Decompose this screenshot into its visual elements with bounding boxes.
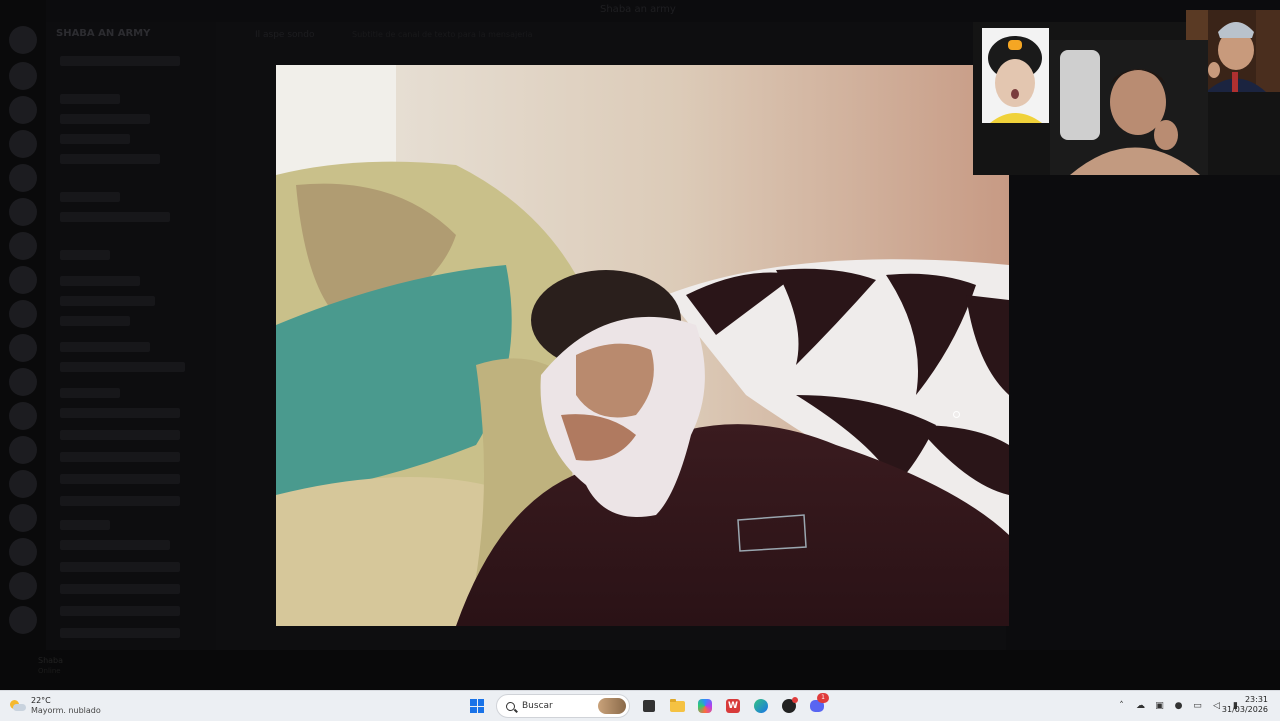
server-icon[interactable]: [9, 198, 37, 226]
folder-icon: [669, 698, 685, 712]
search-placeholder: Buscar: [522, 701, 553, 711]
clock-time: 23:31: [1244, 695, 1268, 704]
task-view-icon: [643, 700, 655, 712]
discord-taskbar-button[interactable]: 1: [806, 693, 829, 717]
channel-item[interactable]: [60, 362, 185, 372]
mouse-cursor: [953, 411, 960, 418]
server-rail: [0, 0, 46, 690]
clock[interactable]: 23:31 31/03/2026: [1222, 695, 1268, 715]
channel-item[interactable]: [60, 154, 160, 164]
onedrive-icon[interactable]: ☁: [1134, 695, 1147, 717]
network-icon[interactable]: ▭: [1191, 695, 1204, 717]
weather-temperature: 22°C: [31, 696, 51, 705]
window-title: Shaba an army: [600, 4, 676, 15]
partly-cloudy-icon: [10, 700, 26, 712]
search-highlight-image: [598, 698, 626, 714]
server-icon[interactable]: [9, 96, 37, 124]
channel-item[interactable]: [60, 430, 180, 440]
copilot-button[interactable]: [694, 695, 716, 717]
office-icon: W: [726, 699, 740, 713]
server-icon[interactable]: [9, 26, 37, 54]
webcam-small: [982, 28, 1049, 123]
notification-badge: 1: [817, 693, 829, 703]
channel-item[interactable]: [60, 56, 180, 66]
taskbar: 22°C Mayorm. nublado Buscar W 1 ˄ ☁ ▣ ● …: [0, 690, 1280, 721]
channel-item[interactable]: [60, 540, 170, 550]
windows-logo-icon: [470, 699, 484, 713]
stream-video[interactable]: [276, 65, 1009, 626]
search-icon: [506, 701, 515, 711]
channel-item[interactable]: [60, 496, 180, 506]
channel-item[interactable]: [60, 584, 180, 594]
stream-frame-image: [276, 65, 1009, 626]
channel-item[interactable]: [60, 134, 130, 144]
channel-description: Subtitle de canal de texto para la mensa…: [352, 30, 533, 39]
media-app-button[interactable]: [778, 695, 800, 717]
user-panel: [0, 650, 1280, 690]
task-view-button[interactable]: [638, 695, 660, 717]
channel-item[interactable]: [60, 250, 110, 260]
server-icon[interactable]: [9, 470, 37, 498]
webcam-small-image: [982, 28, 1049, 123]
webcam-main-image: [1050, 40, 1208, 175]
office-button[interactable]: W: [722, 695, 744, 717]
channel-item[interactable]: [60, 628, 180, 638]
channel-item[interactable]: [60, 342, 150, 352]
server-icon[interactable]: [9, 334, 37, 362]
server-icon[interactable]: [9, 436, 37, 464]
server-icon[interactable]: [9, 606, 37, 634]
server-icon[interactable]: [9, 300, 37, 328]
channel-item[interactable]: [60, 276, 140, 286]
chevron-up-icon[interactable]: ˄: [1115, 695, 1128, 717]
weather-widget[interactable]: 22°C Mayorm. nublado: [10, 695, 101, 717]
taskbar-search[interactable]: Buscar: [496, 694, 630, 718]
channel-item[interactable]: [60, 562, 180, 572]
channel-item[interactable]: [60, 114, 150, 124]
server-icon[interactable]: [9, 130, 37, 158]
channel-item[interactable]: [60, 520, 110, 530]
server-icon[interactable]: [9, 368, 37, 396]
server-icon[interactable]: [9, 504, 37, 532]
edge-icon: [754, 699, 768, 713]
microphone-icon[interactable]: ●: [1172, 695, 1185, 717]
user-name[interactable]: Shaba: [38, 656, 63, 665]
media-app-icon: [782, 697, 798, 713]
channel-title: Il aspe sondo: [255, 30, 315, 40]
channel-item[interactable]: [60, 192, 120, 202]
channel-item[interactable]: [60, 408, 180, 418]
channel-item[interactable]: [60, 296, 155, 306]
channel-item[interactable]: [60, 474, 180, 484]
server-icon[interactable]: [9, 572, 37, 600]
weather-condition: Mayorm. nublado: [31, 706, 101, 715]
channel-item[interactable]: [60, 388, 120, 398]
server-icon[interactable]: [9, 164, 37, 192]
server-icon[interactable]: [9, 538, 37, 566]
channel-item[interactable]: [60, 452, 180, 462]
channel-item[interactable]: [60, 316, 130, 326]
taskbar-apps: Buscar W 1: [463, 693, 831, 718]
copilot-icon: [698, 699, 712, 713]
clock-date: 31/03/2026: [1221, 705, 1268, 714]
channel-item[interactable]: [60, 606, 180, 616]
start-button[interactable]: [466, 695, 488, 717]
server-icon[interactable]: [9, 402, 37, 430]
server-icon[interactable]: [9, 266, 37, 294]
tray-app-icon[interactable]: ▣: [1153, 695, 1166, 717]
server-icon[interactable]: [9, 62, 37, 90]
channel-item[interactable]: [60, 94, 120, 104]
webcam-main: [1050, 40, 1208, 175]
server-icon[interactable]: [9, 232, 37, 260]
file-explorer-button[interactable]: [666, 695, 688, 717]
user-status: Online: [38, 667, 61, 675]
channel-item[interactable]: [60, 212, 170, 222]
edge-button[interactable]: [750, 695, 772, 717]
server-name[interactable]: SHABA AN ARMY: [56, 28, 150, 39]
channel-list: SHABA AN ARMY: [46, 22, 216, 690]
